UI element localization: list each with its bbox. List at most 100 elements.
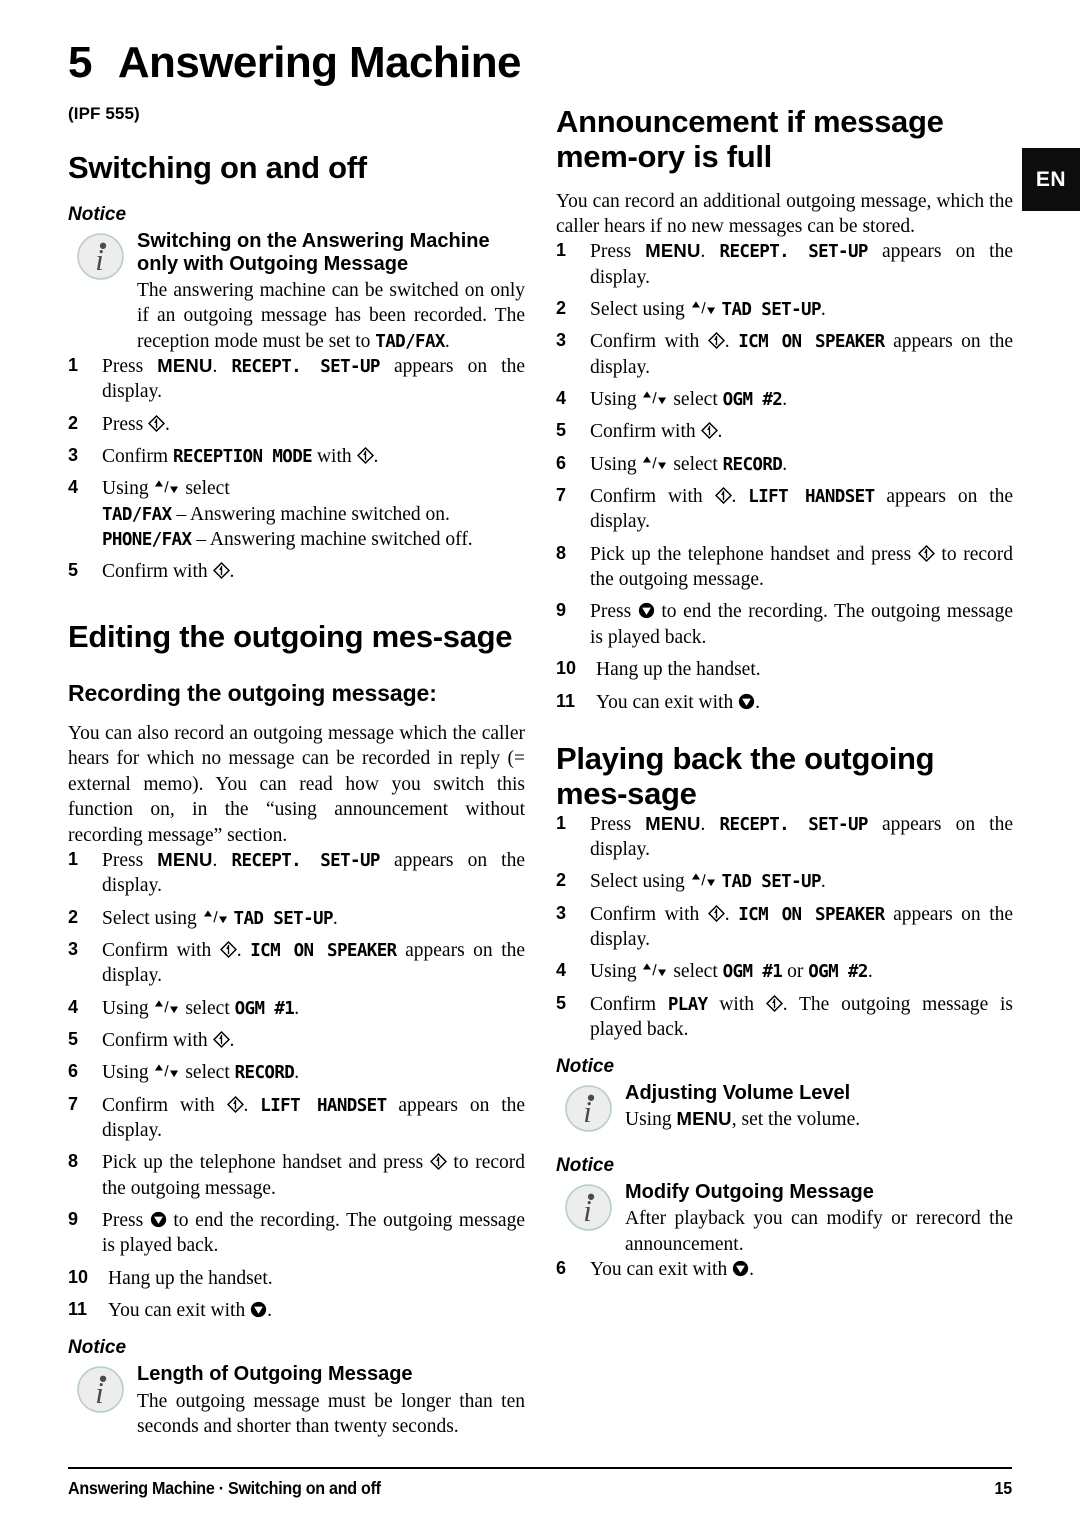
list-item: 5 Confirm with . [68,1028,525,1053]
step-number: 6 [68,1061,79,1082]
up-down-arrows-icon [691,301,715,315]
step-number: 7 [68,1093,79,1114]
intro-announcement: You can record an additional outgoing me… [556,190,1013,237]
list-item: 8 Pick up the telephone handset and press… [68,1150,525,1201]
list-item: 4 Using select OGM #1. [68,996,525,1021]
list-item: 5 Confirm with . [68,559,525,584]
lcd-value: ICM ON SPEAKER [738,904,885,925]
step-body: Press to end the recording. The outgoing… [102,1210,525,1256]
up-down-arrows-icon [155,999,179,1013]
up-down-arrows-icon [643,456,667,469]
step-number: 4 [556,388,567,409]
notice-modify-outgoing-message: Notice i Modify Outgoing Message After p… [556,1155,1013,1257]
step-text: Using [102,478,154,500]
step-number: 6 [556,452,567,473]
step-body: Using select OGM #1 or OGM #2. [590,961,873,982]
step-text: select [180,478,230,500]
step-number: 1 [556,812,567,833]
list-item: 3 Confirm RECEPTION MODE with . [68,444,525,469]
list-item: 6 Using select RECORD. [556,452,1013,477]
step-number: 9 [556,600,567,621]
step-body: Select using TAD SET-UP. [102,908,338,929]
list-item: 5 Confirm PLAY with . The outgoing messag… [556,992,1013,1043]
step-text: Select using [590,299,690,321]
step-text: Confirm with [590,331,708,353]
lcd-value: TAD/FAX [375,331,445,352]
notice-title: Length of Outgoing Message [137,1363,413,1386]
key-label: MENU [645,812,701,834]
step-text: with [707,993,766,1015]
lcd-value: TAD/FAX [102,504,172,525]
step-number: 4 [68,996,79,1017]
list-item: 1 Press MENU. RECEPT. SET-UP appears on t… [556,239,1013,290]
step-number: 5 [556,992,567,1013]
step-number: 3 [556,330,567,351]
footer-breadcrumb: Answering Machine · Switching on and off [68,1478,381,1498]
step-body: Confirm PLAY with . The outgoing message… [590,994,1013,1040]
list-item: 6 You can exit with . [556,1257,1013,1282]
lcd-value: RECEPTION MODE [172,446,313,467]
step-body: Confirm with . [102,1030,234,1051]
lcd-value: LIFT HANDSET [260,1095,387,1116]
list-item: 2 Select using TAD SET-UP. [556,297,1013,322]
list-item: 6 Using select RECORD. [68,1060,525,1085]
step-text: . [229,1029,235,1051]
step-text: Confirm with [590,486,715,508]
chapter-number: 5 [68,38,92,87]
page-number: 15 [994,1478,1013,1498]
step-text: . [373,445,379,467]
stop-circle-icon [638,603,654,619]
step-text: select [668,389,723,411]
step-text: Pick up the telephone handset and press [102,1152,430,1174]
step-body: Using select OGM #1. [102,998,299,1019]
notice-paragraph: The answering machine can be switched on… [137,278,525,354]
up-down-arrows-icon [203,909,227,923]
steps-playing-back: 1 Press MENU. RECEPT. SET-UP appears on t… [556,812,1013,1043]
step-text: Confirm with [102,1094,227,1116]
step-body: Press to end the recording. The outgoing… [590,601,1013,647]
ok-diamond-icon [707,904,725,922]
info-icon: i [76,232,125,281]
step-text: Pick up the telephone handset and press [590,543,918,565]
step-text: . [229,561,235,583]
list-item: 2 Select using TAD SET-UP. [556,869,1013,894]
lcd-value: RECEPT. SET-UP [719,242,869,263]
left-column: 5 Answering Machine (IPF 555) Switching o… [68,38,525,1439]
step-text: select [180,997,235,1019]
lcd-value: RECEPT. SET-UP [231,850,381,871]
step-text: . [782,389,788,411]
step-body: Using select OGM #2. [590,389,787,410]
step-number: 11 [556,690,576,711]
step-text: Confirm with [590,421,701,443]
step-text: Press [102,1209,150,1231]
step-text: Select using [590,871,690,893]
up-down-arrows-icon [155,480,179,494]
step-text: You can exit with [108,1300,251,1321]
step-text: Confirm with [102,561,213,583]
step-text: . [243,1094,261,1116]
ok-diamond-icon [212,1030,230,1048]
step-text: Using [590,961,642,983]
right-column: Announcement if message mem-​ory is full… [556,104,1013,1289]
step-text: . [731,486,749,508]
ok-diamond-icon [148,414,166,432]
heading-announcement-memory-full: Announcement if message mem-​ory is full [556,104,944,175]
step-body: Confirm with . ICM ON SPEAKER appears on… [102,940,525,986]
language-tab-en: EN [1022,148,1080,211]
list-item: 8 Pick up the telephone handset and press… [556,542,1013,593]
step-body: Confirm with . LIFT HANDSET appears on t… [590,486,1013,532]
ok-diamond-icon [707,332,725,350]
step-text: with [312,445,357,467]
step-number: 3 [68,444,79,465]
notice-paragraph: Using MENU, set the volume. [625,1107,1013,1132]
step-text: Using [590,453,642,475]
model-code: (IPF 555) [68,104,140,124]
step-text: . [212,355,232,377]
svg-text:i: i [95,242,104,276]
lcd-value: TAD SET-UP [721,300,822,321]
step-number: 5 [68,560,79,581]
notice-label: Notice [556,1155,615,1177]
step-text: Confirm with [102,939,220,961]
chapter-title-text: Answering Machine [117,38,522,87]
ok-diamond-icon [219,940,237,958]
